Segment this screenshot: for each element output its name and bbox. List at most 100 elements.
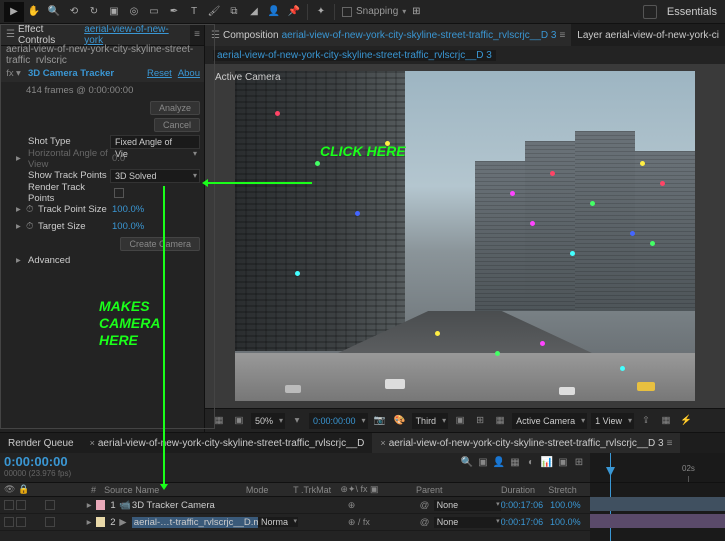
mode-dropdown[interactable]: Norma (258, 517, 298, 527)
col-mode[interactable]: Mode (246, 485, 293, 495)
create-camera-button[interactable]: Create Camera (120, 237, 200, 251)
eye-icon[interactable]: 👁 (4, 484, 15, 494)
composition-viewer[interactable]: Active Camera (205, 64, 725, 408)
clone-tool[interactable]: ⧉ (224, 2, 244, 22)
resolution-dropdown[interactable]: Third (412, 413, 449, 429)
layer-row-2[interactable]: ▸ 2 ▶ aerial-…t-traffic_rvlscrjc__D.mp4 … (0, 514, 590, 531)
pickwhip-icon[interactable]: @ (420, 500, 432, 511)
col-stretch[interactable]: Stretch (548, 485, 586, 495)
frame-blend-icon[interactable]: ▦ (508, 455, 522, 469)
lock-icon[interactable]: 🔒 (18, 484, 29, 494)
col-num[interactable]: # (91, 485, 104, 495)
pan-behind-tool[interactable]: ◎ (124, 2, 144, 22)
zoom-tool[interactable]: 🔍 (44, 2, 64, 22)
orbit-tool[interactable]: ⟲ (64, 2, 84, 22)
puppet-tool[interactable]: 📌 (284, 2, 304, 22)
color-icon[interactable]: 🎨 (392, 413, 408, 429)
draft-3d-icon[interactable]: ▣ (556, 455, 570, 469)
layer-name[interactable]: 3D Tracker Camera (132, 500, 258, 511)
layer-stretch[interactable]: 100.0% (550, 500, 586, 510)
guides-icon[interactable]: ▦ (492, 413, 508, 429)
zoom-dropdown[interactable]: 50% (251, 413, 285, 429)
eraser-tool[interactable]: ◢ (244, 2, 264, 22)
twirl-right-icon[interactable]: ▸ (87, 517, 96, 528)
comp-subtab[interactable]: aerial-view-of-new-york-city-skyline-str… (213, 50, 496, 61)
camera-dropdown[interactable]: Active Camera (512, 413, 587, 429)
stopwatch-icon[interactable]: ⏱ (26, 221, 36, 232)
col-trkmat[interactable]: T .TrkMat (293, 485, 340, 495)
layer-color[interactable] (96, 500, 105, 510)
tab-comp-2[interactable]: × aerial-view-of-new-york-city-skyline-s… (372, 433, 680, 453)
shape-tool[interactable]: ▭ (144, 2, 164, 22)
layer-row-1[interactable]: ▸ 1 📹 3D Tracker Camera ⊕ @None 0:00:17:… (0, 497, 590, 514)
comp-menu-icon[interactable]: ≡ (559, 30, 565, 41)
type-tool[interactable]: T (184, 2, 204, 22)
twirl-down-icon[interactable]: ▾ (16, 68, 26, 79)
shot-type-dropdown[interactable]: Fixed Angle of Vie (110, 135, 200, 149)
cancel-button[interactable]: Cancel (154, 118, 200, 132)
solo-toggle[interactable] (16, 517, 26, 527)
camera-tool[interactable]: ▣ (104, 2, 124, 22)
close-icon[interactable]: × (90, 438, 95, 448)
pickwhip-icon[interactable]: @ (420, 517, 432, 528)
tab-link[interactable]: aerial-view-of-new-york-city-skyline-str… (282, 30, 557, 41)
tab-menu-icon[interactable]: ≡ (667, 438, 673, 449)
tab-render-queue[interactable]: Render Queue (0, 433, 82, 453)
effect-name[interactable]: 3D Camera Tracker (26, 68, 147, 79)
shy-icon[interactable]: 👤 (492, 455, 506, 469)
tab-layer[interactable]: Layer aerial-view-of-new-york-ci (571, 24, 725, 46)
motion-blur-icon[interactable]: ◐ (524, 455, 538, 469)
workspace-dropdown[interactable]: Essentials (663, 6, 721, 18)
selection-tool[interactable]: ▶ (4, 2, 24, 22)
panel-menu-icon[interactable]: ☰ (6, 29, 15, 40)
alpha-icon[interactable]: ▦ (211, 413, 227, 429)
fx-icon[interactable]: fx (4, 68, 16, 79)
layer-color[interactable] (96, 517, 105, 527)
snap-icon[interactable]: ⊞ (406, 2, 426, 22)
roto-tool[interactable]: 👤 (264, 2, 284, 22)
close-icon[interactable]: × (380, 438, 385, 448)
rotation-tool[interactable]: ↻ (84, 2, 104, 22)
tab-comp-1[interactable]: × aerial-view-of-new-york-city-skyline-s… (82, 433, 373, 453)
grid-icon[interactable]: ⊞ (472, 413, 488, 429)
panel-options-icon[interactable]: ≡ (190, 29, 204, 40)
stopwatch-icon[interactable]: ⏱ (26, 204, 36, 215)
twirl-right-icon[interactable]: ▸ (16, 153, 26, 164)
timeline-right[interactable] (590, 453, 725, 541)
tab-effect-controls[interactable]: ☰ Effect Controls aerial-view-of-new-yor… (0, 24, 190, 45)
about-link[interactable]: Abou (178, 68, 200, 79)
lock-toggle[interactable] (45, 517, 55, 527)
twirl-right-icon[interactable]: ▸ (16, 221, 26, 232)
twirl-right-icon[interactable]: ▸ (16, 255, 26, 266)
eye-toggle[interactable] (4, 500, 14, 510)
layer-duration[interactable]: 0:00:17:06 (501, 517, 550, 527)
show-pts-dropdown[interactable]: 3D Solved (110, 169, 200, 183)
fast-preview-icon[interactable]: ⚡ (678, 413, 694, 429)
search-button[interactable] (643, 5, 657, 19)
tab-link[interactable]: aerial-view-of-new-york (84, 24, 184, 46)
tab-composition[interactable]: ☰ Composition aerial-view-of-new-york-ci… (205, 24, 571, 46)
panel-menu-icon[interactable]: ☰ (211, 30, 220, 41)
pt-size-value[interactable]: 100.0% (112, 204, 200, 215)
current-time[interactable]: 0:00:00:00 (4, 454, 68, 469)
hand-tool[interactable]: ✋ (24, 2, 44, 22)
reset-link[interactable]: Reset (147, 68, 172, 79)
analyze-button[interactable]: Analyze (150, 101, 200, 115)
layer-name[interactable]: aerial-…t-traffic_rvlscrjc__D.mp4 (132, 517, 258, 528)
parent-dropdown[interactable]: None (434, 500, 501, 511)
local-axis-icon[interactable]: ✦ (311, 2, 331, 22)
time-display[interactable]: 0:00:00:00 (309, 413, 368, 429)
twirl-right-icon[interactable]: ▸ (16, 204, 26, 215)
layer-stretch[interactable]: 100.0% (550, 517, 586, 527)
parent-dropdown[interactable]: None (434, 517, 501, 528)
snapshot-icon[interactable]: 📷 (372, 413, 388, 429)
eye-toggle[interactable] (4, 517, 14, 527)
share-icon[interactable]: ⇪ (638, 413, 654, 429)
graph-icon[interactable]: 📊 (540, 455, 554, 469)
snap-icon[interactable]: ⊞ (572, 455, 586, 469)
comp-icon[interactable]: ▣ (476, 455, 490, 469)
layer-bar-1[interactable] (590, 497, 725, 511)
effect-title-row[interactable]: fx ▾ 3D Camera Tracker Reset Abou (0, 64, 204, 82)
chevron-down-icon[interactable]: ▾ (289, 413, 305, 429)
advanced-row[interactable]: ▸ Advanced (0, 252, 204, 269)
